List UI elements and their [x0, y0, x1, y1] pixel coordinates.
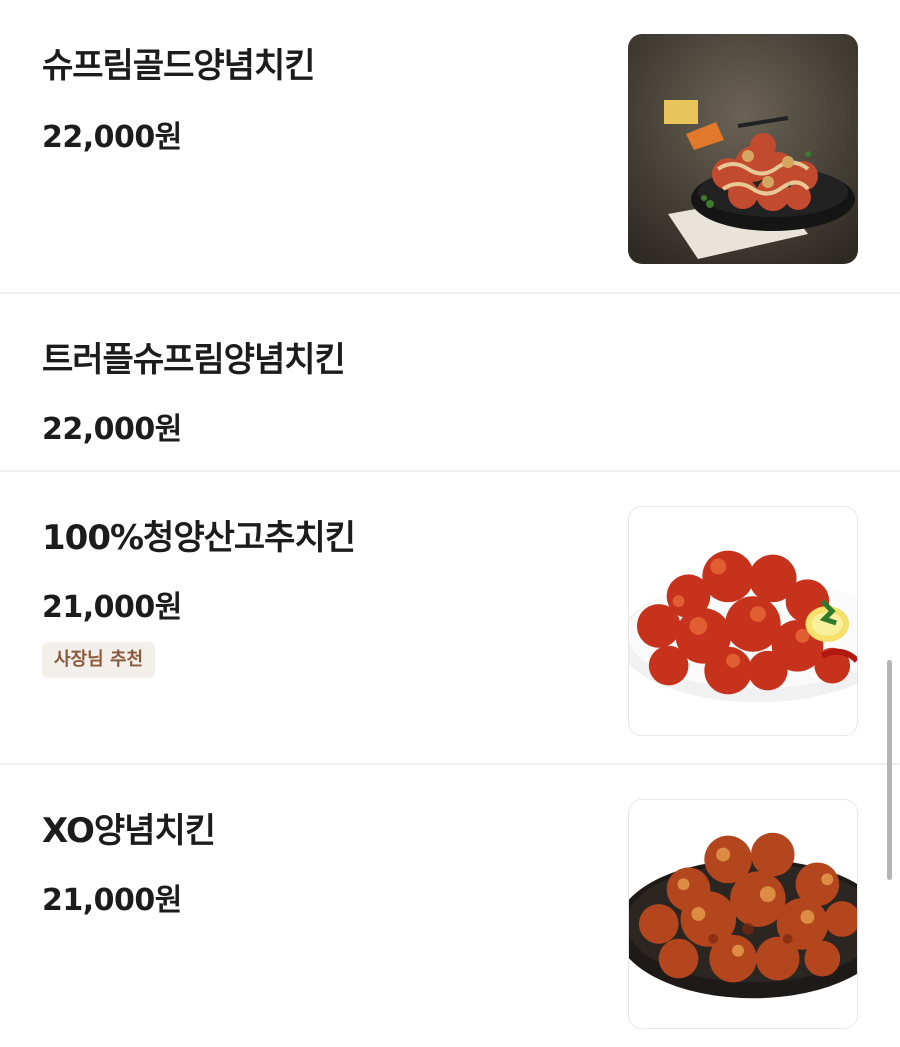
menu-list: 슈프림골드양념치킨 22,000원 트러플슈프림양념치킨 22,000원 100… [0, 0, 900, 1047]
menu-item-name: 100%청양산고추치킨 [42, 518, 356, 558]
menu-item-price: 22,000원 [42, 412, 182, 447]
menu-item-photo[interactable] [628, 799, 858, 1029]
menu-item[interactable]: XO양념치킨 21,000원 [0, 763, 900, 1047]
menu-item-name: 슈프림골드양념치킨 [42, 46, 316, 86]
menu-item[interactable]: 슈프림골드양념치킨 22,000원 [0, 0, 900, 294]
menu-item-price: 22,000원 [42, 120, 182, 155]
menu-item-price: 21,000원 [42, 883, 182, 918]
cheongyang-pepper-chicken-image [629, 507, 857, 735]
menu-item-name: XO양념치킨 [42, 811, 216, 851]
scrollbar[interactable] [887, 660, 892, 880]
menu-item-photo[interactable] [628, 506, 858, 736]
menu-item-price: 21,000원 [42, 590, 182, 625]
supreme-gold-chicken-image [628, 34, 858, 264]
recommend-badge: 사장님 추천 [42, 642, 156, 678]
menu-item[interactable]: 트러플슈프림양념치킨 22,000원 [0, 292, 900, 470]
xo-yangnyeom-chicken-image [629, 800, 857, 1028]
menu-item-photo[interactable] [628, 34, 858, 264]
menu-item[interactable]: 100%청양산고추치킨 21,000원 사장님 추천 [0, 470, 900, 764]
menu-item-name: 트러플슈프림양념치킨 [42, 340, 346, 380]
